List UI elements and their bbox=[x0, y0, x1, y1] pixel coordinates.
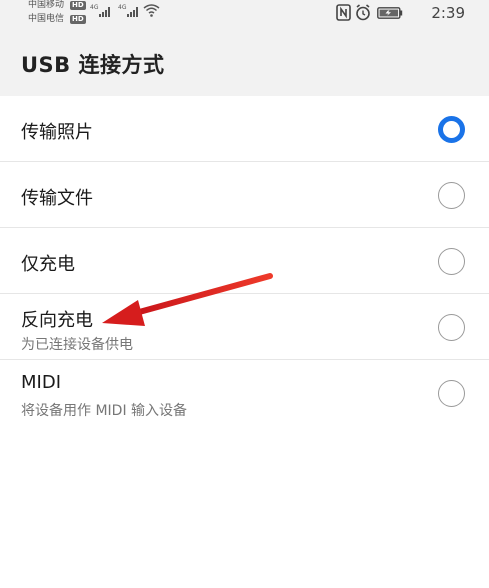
wifi-icon bbox=[143, 4, 160, 17]
page-title: USB 连接方式 bbox=[21, 53, 165, 77]
svg-text:4G: 4G bbox=[118, 4, 127, 11]
carrier-1-label: 中国移动 bbox=[28, 0, 65, 10]
signal-icon: 4G bbox=[90, 4, 110, 17]
option-midi[interactable]: MIDI 将设备用作 MIDI 输入设备 bbox=[0, 360, 489, 426]
option-title: 传输文件 bbox=[21, 188, 93, 209]
option-transfer-files[interactable]: 传输文件 bbox=[0, 162, 489, 228]
radio-selected-icon[interactable] bbox=[438, 116, 465, 143]
option-title: 传输照片 bbox=[21, 122, 93, 143]
option-transfer-photos[interactable]: 传输照片 bbox=[0, 96, 489, 162]
radio-unselected-icon[interactable] bbox=[438, 380, 465, 407]
option-reverse-charging[interactable]: 反向充电 为已连接设备供电 bbox=[0, 294, 489, 360]
header-area: 中国移动 中国电信 HD HD 4G 4G 2:39 USB 连接方式 bbox=[0, 0, 489, 96]
nfc-icon bbox=[336, 4, 351, 21]
option-title: 反向充电 bbox=[21, 310, 93, 331]
option-subtitle: 为已连接设备供电 bbox=[21, 337, 133, 353]
radio-unselected-icon[interactable] bbox=[438, 248, 465, 275]
carrier-2-label: 中国电信 bbox=[28, 14, 65, 24]
alarm-icon bbox=[356, 4, 370, 21]
option-title: 仅充电 bbox=[21, 254, 75, 275]
battery-icon bbox=[377, 7, 403, 19]
signal-icon: 4G bbox=[118, 4, 138, 17]
option-charge-only[interactable]: 仅充电 bbox=[0, 228, 489, 294]
option-title: MIDI bbox=[21, 372, 62, 393]
clock-text: 2:39 bbox=[431, 4, 465, 22]
radio-unselected-icon[interactable] bbox=[438, 182, 465, 209]
option-subtitle: 将设备用作 MIDI 输入设备 bbox=[21, 403, 188, 419]
hd-badge-2: HD bbox=[70, 15, 86, 24]
status-bar: 中国移动 中国电信 HD HD 4G 4G 2:39 bbox=[0, 0, 489, 28]
svg-text:4G: 4G bbox=[90, 4, 99, 11]
radio-unselected-icon[interactable] bbox=[438, 314, 465, 341]
usb-settings-screen: 中国移动 中国电信 HD HD 4G 4G 2:39 USB 连接方式 传输照片… bbox=[0, 0, 489, 588]
usb-mode-option-list: 传输照片 传输文件 仅充电 反向充电 为已连接设备供电 MIDI 将设备用作 M… bbox=[0, 96, 489, 426]
hd-badge-1: HD bbox=[70, 1, 86, 10]
